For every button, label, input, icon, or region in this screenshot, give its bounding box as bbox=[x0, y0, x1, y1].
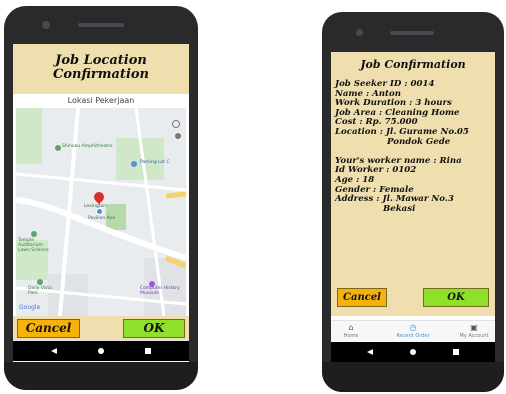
map-place-label: Parking Lot C bbox=[140, 160, 170, 165]
layers-icon[interactable] bbox=[172, 120, 180, 128]
cancel-button[interactable]: Cancel bbox=[337, 288, 387, 307]
ok-button[interactable]: OK bbox=[123, 319, 185, 338]
tab-label: Recent Order bbox=[396, 333, 430, 339]
ok-button[interactable]: OK bbox=[423, 288, 489, 307]
recent-order-icon: ◷ bbox=[409, 323, 417, 332]
screen-job-location: Job Location Confirmation Lokasi Pekerja… bbox=[13, 44, 189, 362]
job-location-map[interactable]: Shinobu Amphitheatre Parking Lot C Lexin… bbox=[16, 108, 186, 316]
map-label: Lokasi Pekerjaan bbox=[13, 96, 189, 106]
cancel-button[interactable]: Cancel bbox=[17, 319, 80, 338]
recents-icon[interactable] bbox=[453, 349, 459, 355]
screen-job-confirmation: Job Confirmation Job Seeker ID : 0014 Na… bbox=[331, 52, 495, 342]
phone-chin bbox=[322, 362, 504, 392]
map-place-label: Computer History Museum bbox=[140, 286, 180, 296]
tab-home[interactable]: ⌂ Home bbox=[331, 321, 371, 342]
google-logo: Google bbox=[19, 304, 41, 311]
speaker-grille bbox=[78, 23, 124, 27]
home-circle-icon[interactable] bbox=[410, 349, 416, 355]
home-icon: ⌂ bbox=[348, 323, 354, 332]
phone-job-location: Job Location Confirmation Lokasi Pekerja… bbox=[4, 6, 198, 390]
back-icon[interactable] bbox=[367, 349, 373, 355]
title-line-2: Confirmation bbox=[52, 67, 149, 82]
map-place-label: Lexington bbox=[84, 204, 107, 209]
action-bar: Cancel OK bbox=[331, 280, 495, 316]
front-camera bbox=[356, 29, 363, 36]
title-line-1: Job Location bbox=[55, 53, 147, 68]
phone-job-confirmation: Job Confirmation Job Seeker ID : 0014 Na… bbox=[322, 12, 504, 392]
tab-label: My Account bbox=[459, 333, 489, 339]
back-icon[interactable] bbox=[51, 348, 57, 354]
action-bar: Cancel OK bbox=[13, 316, 189, 340]
bottom-tab-bar: ⌂ Home ◷ Recent Order ▣ My Account bbox=[331, 320, 495, 342]
current-location-icon bbox=[96, 208, 103, 215]
page-title: Job Location Confirmation bbox=[13, 44, 189, 94]
phone-chin bbox=[4, 362, 198, 390]
map-place-label: Shinobu Amphitheatre bbox=[62, 144, 113, 149]
tab-label: Home bbox=[343, 333, 359, 339]
map-place-label: Daily Vista Park bbox=[28, 286, 52, 296]
worker-address-cont: Bekasi bbox=[383, 203, 416, 214]
system-nav-bar bbox=[13, 341, 189, 361]
tab-my-account[interactable]: ▣ My Account bbox=[453, 321, 495, 342]
worker-address: Address : Jl. Mawar No.3 bbox=[335, 194, 454, 205]
map-place-label: Temple Auditorium Lawn Science bbox=[18, 238, 49, 253]
page-title: Job Confirmation bbox=[331, 52, 495, 76]
tab-recent-order[interactable]: ◷ Recent Order bbox=[387, 321, 439, 342]
system-nav-bar bbox=[331, 342, 495, 362]
account-icon: ▣ bbox=[470, 323, 478, 332]
front-camera bbox=[42, 21, 50, 29]
recents-icon[interactable] bbox=[145, 348, 151, 354]
job-location-cont: Pondok Gede bbox=[387, 136, 451, 147]
map-place-label: Pavilion Ave bbox=[88, 216, 115, 221]
home-circle-icon[interactable] bbox=[98, 348, 104, 354]
speaker-grille bbox=[390, 31, 434, 35]
confirmation-details: Job Seeker ID : 0014 Name : Anton Work D… bbox=[331, 76, 495, 280]
